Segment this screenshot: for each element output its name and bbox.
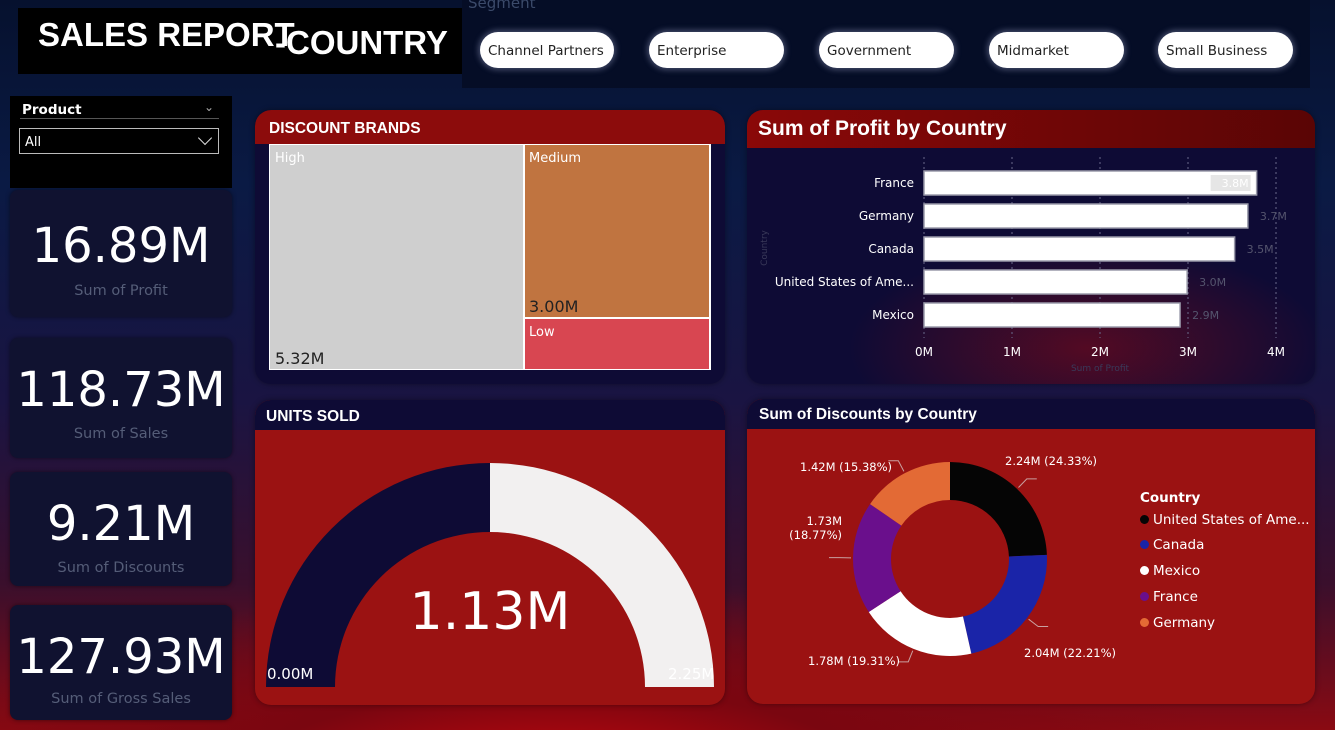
donut-data-label: 1.73M (18.77%)	[789, 514, 842, 542]
y-axis-label: Country	[760, 229, 770, 265]
category-label: France	[874, 176, 914, 190]
legend-item[interactable]: Canada	[1140, 537, 1204, 553]
bar[interactable]	[923, 203, 1249, 229]
kpi-label: Sum of Discounts	[57, 560, 185, 576]
leader-line	[898, 650, 914, 663]
bar[interactable]	[923, 170, 1258, 196]
donut-data-label: 1.78M (19.31%)	[808, 654, 901, 668]
kpi-label: Sum of Profit	[74, 283, 168, 299]
data-label: 3.0M	[1199, 276, 1226, 289]
legend-title: Country	[1140, 490, 1201, 506]
legend-label: Germany	[1153, 615, 1216, 631]
kpi-label: Sum of Gross Sales	[51, 691, 191, 707]
legend-label: United States of Ame...	[1153, 512, 1310, 528]
gauge-min-label: 0.00M	[267, 665, 314, 683]
category-label: United States of Ame...	[775, 275, 914, 289]
treemap-cell-name: High	[275, 151, 305, 166]
divider	[20, 118, 219, 119]
legend-item[interactable]: Mexico	[1140, 563, 1200, 579]
donut-data-label: 2.04M (22.21%)	[1024, 646, 1117, 660]
segment-option-government[interactable]: Government	[819, 32, 954, 68]
gauge-max-label: 2.25M	[668, 665, 715, 683]
x-axis-label: Sum of Profit	[1071, 364, 1130, 374]
treemap-cell-medium[interactable]: Medium 3.00M	[525, 145, 709, 317]
data-label: 2.9M	[1192, 309, 1219, 322]
product-slicer-label: Product	[22, 102, 82, 118]
donut-slice[interactable]	[950, 462, 1047, 557]
chevron-down-icon[interactable]: ⌄	[204, 100, 214, 114]
category-label: Germany	[859, 209, 914, 223]
donut-data-label: 2.24M (24.33%)	[1005, 454, 1098, 468]
data-label: 3.7M	[1260, 210, 1287, 223]
discount-brands-card: DISCOUNT BRANDS High 5.32M Medium 3.00M …	[255, 110, 725, 384]
treemap-cell-value: 3.00M	[529, 297, 579, 316]
kpi-card-discounts: 9.21M Sum of Discounts	[10, 472, 232, 586]
bar[interactable]	[923, 236, 1236, 262]
x-tick-label: 1M	[1003, 345, 1021, 359]
page-title: SALES REPORT	[38, 16, 295, 53]
kpi-value: 118.73M	[16, 362, 226, 418]
segment-option-channel-partners[interactable]: Channel Partners	[480, 32, 614, 68]
bar[interactable]	[923, 269, 1188, 295]
legend-item[interactable]: Germany	[1140, 615, 1215, 631]
segment-slicer-label: Segment	[468, 0, 536, 12]
card-header: DISCOUNT BRANDS	[255, 110, 725, 144]
kpi-card-sales: 118.73M Sum of Sales	[10, 338, 232, 458]
x-tick-label: 0M	[915, 345, 933, 359]
x-tick-label: 2M	[1091, 345, 1109, 359]
donut-data-label: 1.42M (15.38%)	[800, 460, 893, 474]
treemap-cell-high[interactable]: High 5.32M	[270, 145, 523, 369]
x-tick-label: 4M	[1267, 345, 1285, 359]
segment-option-midmarket[interactable]: Midmarket	[989, 32, 1124, 68]
legend-item[interactable]: France	[1140, 589, 1198, 605]
bar-chart: 0M 1M 2M 3M 4M Sum of Profit Country France 3.8M…	[760, 157, 1287, 374]
leader-line	[1028, 618, 1049, 627]
legend-label: France	[1153, 589, 1198, 605]
kpi-value: 9.21M	[46, 496, 196, 552]
gauge-track	[490, 463, 714, 687]
legend-item[interactable]: United States of Ame...	[1140, 512, 1310, 528]
product-dropdown[interactable]	[19, 128, 219, 154]
donut-slice[interactable]	[962, 554, 1047, 654]
segment-option-enterprise[interactable]: Enterprise	[649, 32, 784, 68]
product-dropdown-value: All	[25, 135, 42, 150]
treemap-cell-low[interactable]: Low	[525, 319, 709, 369]
gauge-fill	[266, 463, 490, 687]
legend-label: Canada	[1153, 537, 1205, 553]
kpi-value: 16.89M	[31, 218, 211, 274]
card-title: DISCOUNT BRANDS	[269, 120, 421, 137]
treemap-area: High 5.32M Medium 3.00M Low	[269, 144, 711, 370]
category-label: Mexico	[872, 308, 914, 322]
data-label: 3.5M	[1247, 243, 1274, 256]
page-subtitle: -COUNTRY	[275, 24, 448, 61]
kpi-card-profit: 16.89M Sum of Profit	[10, 190, 232, 317]
segment-option-small-business[interactable]: Small Business	[1158, 32, 1293, 68]
x-tick-label: 3M	[1179, 345, 1197, 359]
treemap-cell-name: Low	[529, 325, 555, 340]
gauge-chart	[266, 463, 714, 687]
category-label: Canada	[868, 242, 914, 256]
data-label: 3.8M	[1222, 177, 1249, 190]
legend-label: Mexico	[1153, 563, 1201, 579]
bar[interactable]	[923, 302, 1181, 328]
kpi-label: Sum of Sales	[73, 426, 169, 442]
treemap-cell-value: 5.32M	[275, 349, 325, 368]
leader-line	[1018, 478, 1037, 488]
treemap-cell-name: Medium	[529, 151, 581, 166]
